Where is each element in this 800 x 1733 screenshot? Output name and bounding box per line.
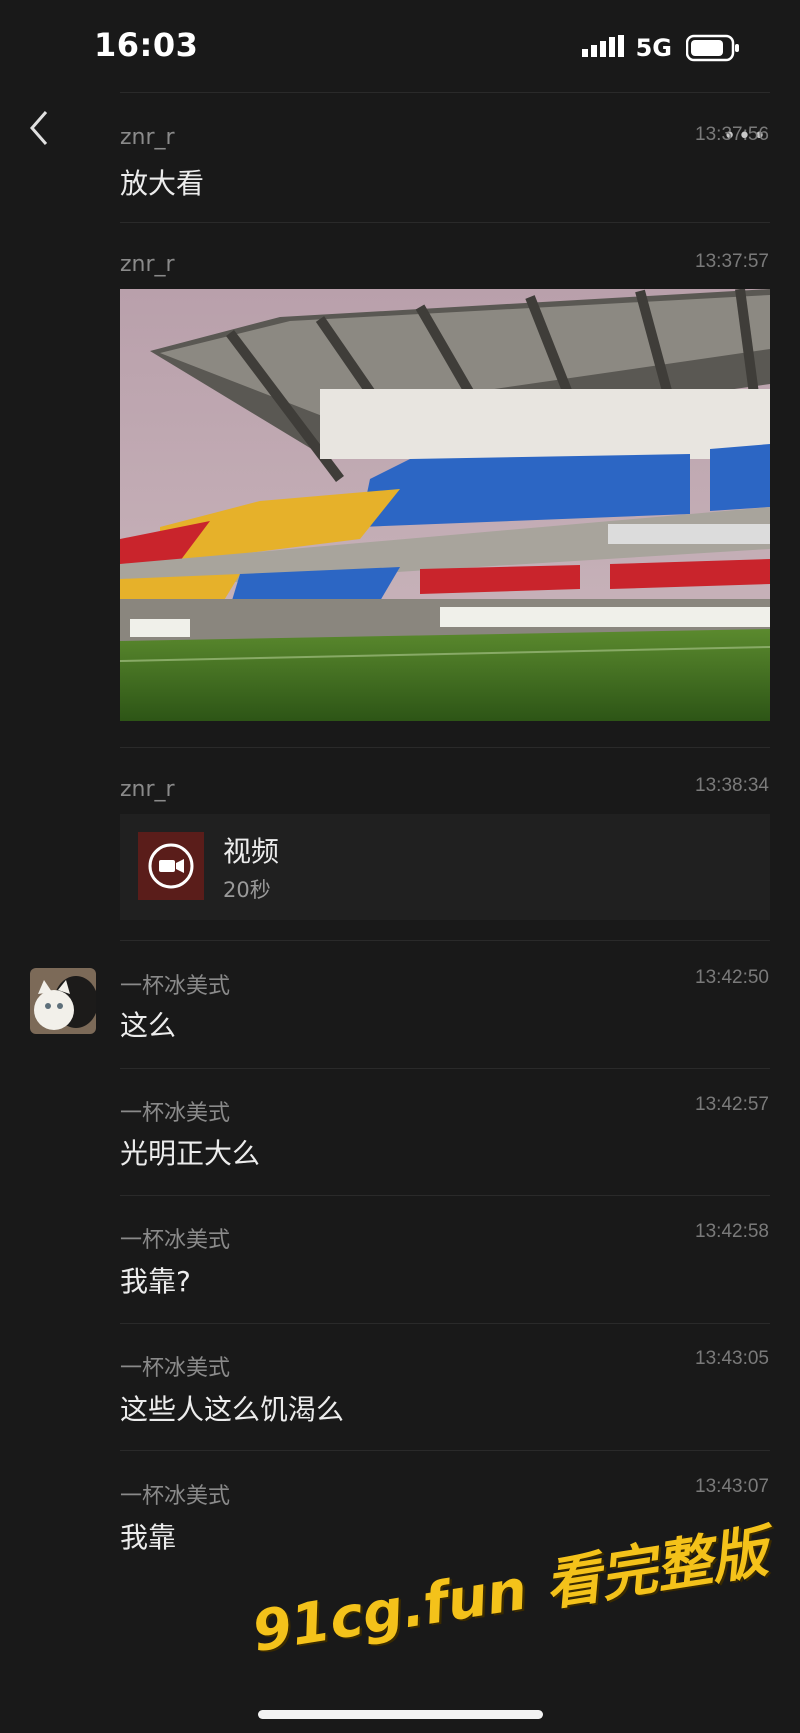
video-camera-icon [148, 843, 194, 889]
divider [120, 1323, 770, 1324]
sender-name: 一杯冰美式 [120, 1228, 231, 1253]
sender-name: znr_r [120, 252, 175, 277]
sender-name: znr_r [120, 125, 175, 150]
message-time: 13:43:05 [695, 1348, 769, 1369]
divider [120, 940, 770, 941]
message-text[interactable]: 光明正大么 [120, 1132, 260, 1172]
video-thumbnail [138, 832, 204, 900]
message-image[interactable] [120, 289, 770, 721]
battery-icon [686, 34, 739, 62]
avatar[interactable] [30, 968, 96, 1034]
message-time: 13:37:57 [695, 251, 769, 272]
divider [120, 1450, 770, 1451]
divider [120, 1195, 770, 1196]
sender-name: 一杯冰美式 [120, 1356, 231, 1381]
message-time: 13:42:50 [695, 967, 769, 988]
message-time: 13:37:56 [695, 124, 769, 145]
message-text[interactable]: 这么 [120, 1004, 176, 1044]
message-time: 13:43:07 [695, 1476, 769, 1497]
message-time: 13:42:58 [695, 1221, 769, 1242]
signal-icon [581, 35, 624, 57]
divider [120, 747, 770, 748]
status-bar: 16:03 5G [0, 0, 800, 92]
message-text[interactable]: 放大看 [120, 162, 204, 202]
message-time: 13:42:57 [695, 1094, 769, 1115]
message-time: 13:38:34 [695, 775, 769, 796]
cat-avatar-image [30, 968, 96, 1034]
video-duration: 20秒 [223, 878, 271, 902]
message-text[interactable]: 这些人这么饥渴么 [120, 1388, 344, 1428]
divider [120, 92, 770, 93]
message-text[interactable]: 我靠? [120, 1260, 191, 1300]
home-indicator[interactable] [258, 1710, 543, 1719]
sender-name: 一杯冰美式 [120, 1101, 231, 1126]
video-card[interactable]: 视频 20秒 [120, 814, 770, 920]
video-title: 视频 [223, 835, 280, 868]
divider [120, 222, 770, 223]
status-time: 16:03 [94, 26, 199, 64]
network-label: 5G [635, 34, 672, 62]
divider [120, 1068, 770, 1069]
sender-name: 一杯冰美式 [120, 1484, 231, 1509]
back-button[interactable] [24, 106, 58, 150]
message-text[interactable]: 我靠 [120, 1516, 176, 1556]
sender-name: znr_r [120, 777, 175, 802]
watermark-text: 91cg.fun 看完整版 [248, 1519, 772, 1666]
status-indicators: 5G [581, 30, 740, 66]
sender-name: 一杯冰美式 [120, 974, 231, 999]
stadium-photo [120, 289, 770, 721]
